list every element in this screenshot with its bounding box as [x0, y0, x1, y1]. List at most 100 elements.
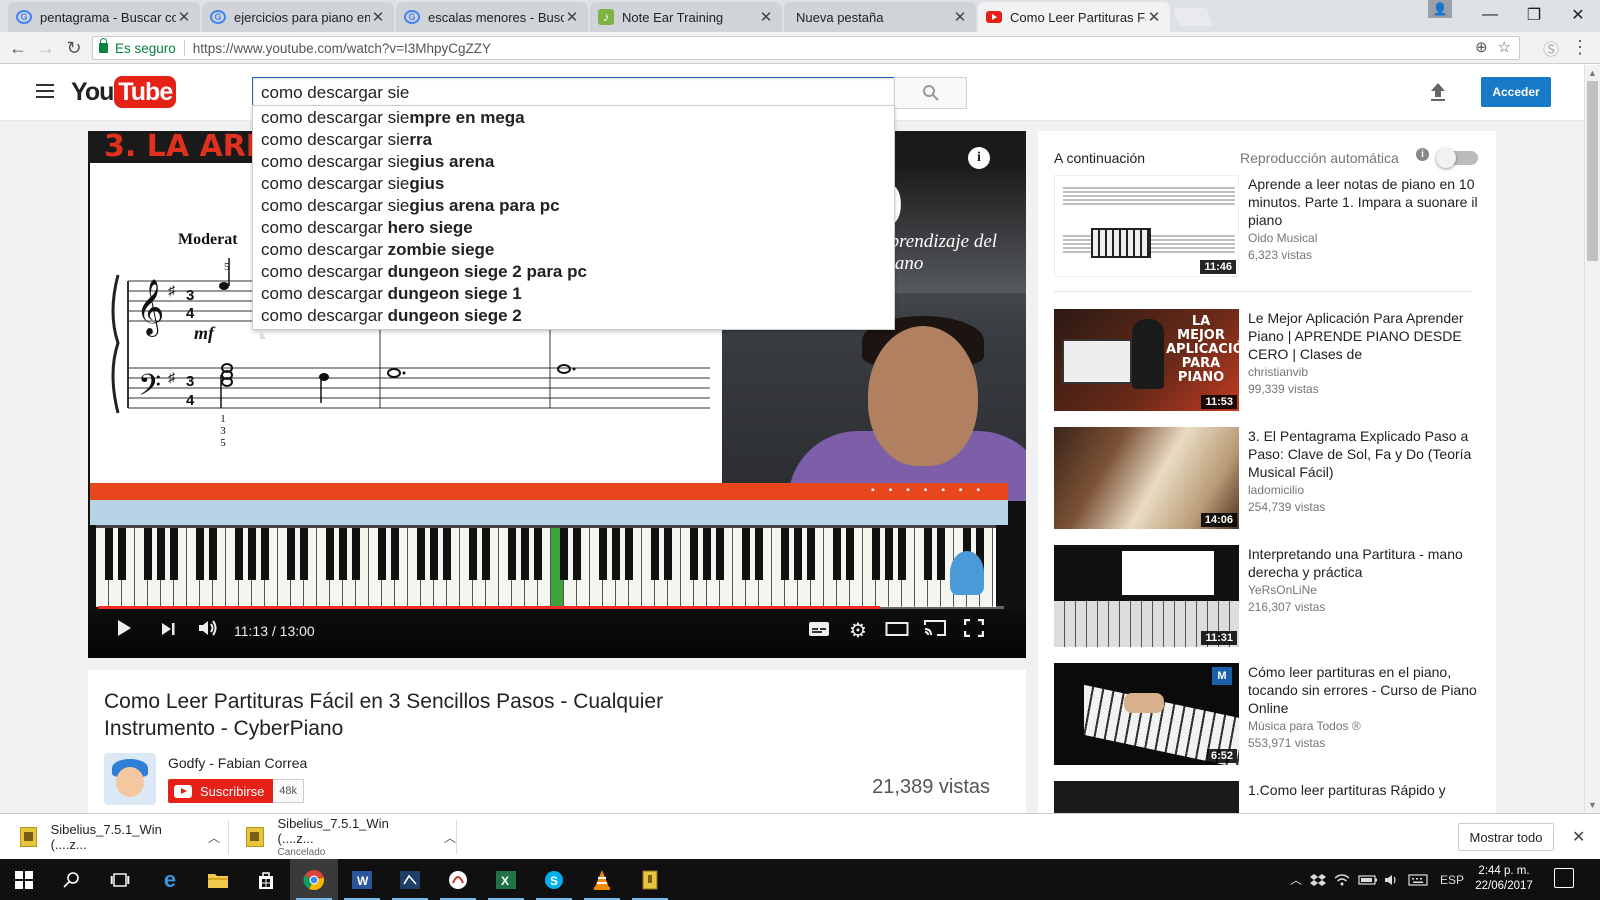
chevron-up-icon[interactable]: ︿: [208, 829, 220, 846]
close-downloads-icon[interactable]: ✕: [1572, 827, 1585, 847]
search-suggestion[interactable]: como descargar dungeon siege 2: [253, 305, 894, 327]
settings-gear-icon[interactable]: ⚙: [846, 617, 870, 645]
browser-tab[interactable]: Nueva pestaña ✕: [784, 2, 976, 32]
close-window-icon[interactable]: ✕: [1556, 0, 1600, 30]
keyboard-icon[interactable]: [1408, 859, 1428, 900]
related-video-title[interactable]: Cómo leer partituras en el piano, tocand…: [1248, 663, 1478, 717]
search-suggestion[interactable]: como descargar siegius arena para pc: [253, 195, 894, 217]
video-thumbnail[interactable]: 11:46: [1054, 175, 1239, 277]
volume-icon[interactable]: [194, 617, 222, 645]
search-icon[interactable]: [48, 859, 96, 900]
search-suggestion[interactable]: como descargar siegius: [253, 173, 894, 195]
battery-icon[interactable]: [1358, 859, 1378, 900]
sign-in-button[interactable]: Acceder: [1481, 77, 1551, 107]
related-video-title[interactable]: Le Mejor Aplicación Para Aprender Piano …: [1248, 309, 1478, 363]
reload-icon[interactable]: ↻: [62, 36, 86, 60]
edge-browser-icon[interactable]: e: [146, 859, 194, 900]
fullscreen-icon[interactable]: [962, 617, 986, 645]
related-video[interactable]: 11:31 Interpretando una Partitura - mano…: [1054, 545, 1484, 647]
related-video[interactable]: LA MEJOR APLICACIÓN PARA PIANO 11:53 Le …: [1054, 309, 1484, 411]
chrome-menu-icon[interactable]: ⋮: [1570, 36, 1590, 58]
excel-icon[interactable]: X: [482, 859, 530, 900]
channel-name[interactable]: Godfy - Fabian Correa: [168, 755, 307, 771]
search-suggestion[interactable]: como descargar zombie siege: [253, 239, 894, 261]
url-text[interactable]: https://www.youtube.com/watch?v=I3MhpyCg…: [193, 41, 491, 56]
related-video[interactable]: M 6:52 Cómo leer partituras en el piano,…: [1054, 663, 1484, 765]
video-thumbnail[interactable]: [1054, 781, 1239, 813]
task-view-icon[interactable]: [96, 859, 144, 900]
download-item[interactable]: Sibelius_7.5.1_Win (....z... Cancelado ︿: [246, 814, 456, 860]
upload-icon[interactable]: [1426, 81, 1450, 105]
next-video-icon[interactable]: [156, 617, 180, 645]
related-video[interactable]: 11:46 Aprende a leer notas de piano en 1…: [1054, 175, 1484, 277]
related-video[interactable]: 1.Como leer partituras Rápido y: [1054, 781, 1484, 813]
vs-code-icon[interactable]: [386, 859, 434, 900]
search-suggestion[interactable]: como descargar dungeon siege 2 para pc: [253, 261, 894, 283]
video-thumbnail[interactable]: 14:06: [1054, 427, 1239, 529]
subscribe-button[interactable]: Suscribirse 48k: [168, 779, 305, 803]
play-icon[interactable]: [112, 617, 136, 645]
browser-tab[interactable]: G ejercicios para piano en p ✕: [202, 2, 394, 32]
chevron-up-icon[interactable]: ︿: [444, 829, 456, 846]
search-suggestion[interactable]: como descargar siempre en mega: [253, 107, 894, 129]
restore-icon[interactable]: ❐: [1512, 0, 1556, 30]
scroll-thumb[interactable]: [1587, 81, 1598, 261]
secure-indicator[interactable]: Es seguro: [99, 38, 176, 56]
page-scrollbar[interactable]: ▲ ▼: [1584, 65, 1600, 813]
info-icon[interactable]: i: [968, 147, 990, 169]
close-tab-icon[interactable]: ✕: [370, 8, 386, 26]
windows-start-icon[interactable]: [0, 859, 48, 900]
download-item[interactable]: Sibelius_7.5.1_Win (....z... ︿: [20, 814, 220, 860]
guide-menu-icon[interactable]: [36, 84, 54, 98]
youtube-logo[interactable]: You Tube: [71, 76, 177, 108]
related-video-title[interactable]: Interpretando una Partitura - mano derec…: [1248, 545, 1478, 581]
close-tab-icon[interactable]: ✕: [1146, 8, 1162, 26]
wifi-icon[interactable]: [1334, 859, 1350, 900]
system-clock[interactable]: 2:44 p. m. 22/06/2017: [1468, 864, 1540, 894]
search-suggestion[interactable]: como descargar dungeon siege 1: [253, 283, 894, 305]
dropbox-icon[interactable]: [1310, 859, 1326, 900]
show-hidden-icons[interactable]: ︿: [1290, 859, 1302, 900]
autoplay-toggle[interactable]: [1436, 148, 1478, 168]
address-bar[interactable]: Es seguro https://www.youtube.com/watch?…: [92, 36, 1520, 60]
show-all-downloads-button[interactable]: Mostrar todo: [1458, 823, 1554, 851]
browser-tab-active[interactable]: Como Leer Partituras Fác ✕: [978, 2, 1170, 32]
browser-tab[interactable]: ♪ Note Ear Training ✕: [590, 2, 782, 32]
browser-tab[interactable]: G pentagrama - Buscar con ✕: [8, 2, 200, 32]
related-video-title[interactable]: 3. El Pentagrama Explicado Paso a Paso: …: [1248, 427, 1478, 481]
video-thumbnail[interactable]: LA MEJOR APLICACIÓN PARA PIANO 11:53: [1054, 309, 1239, 411]
store-icon[interactable]: [242, 859, 290, 900]
search-button[interactable]: [894, 77, 967, 109]
bookmark-star-icon[interactable]: ☆: [1498, 38, 1511, 56]
subtitles-icon[interactable]: [806, 617, 832, 645]
minimize-icon[interactable]: —: [1468, 0, 1512, 30]
info-icon[interactable]: i: [1416, 148, 1429, 161]
related-video-title[interactable]: 1.Como leer partituras Rápido y: [1248, 781, 1478, 799]
notifications-icon[interactable]: [1554, 868, 1574, 888]
browser-tab[interactable]: G escalas menores - Buscar ✕: [396, 2, 588, 32]
theater-mode-icon[interactable]: [884, 617, 910, 645]
skype-icon[interactable]: S: [530, 859, 578, 900]
back-icon[interactable]: ←: [6, 36, 30, 60]
chrome-icon[interactable]: [290, 859, 338, 900]
forward-icon[interactable]: →: [34, 36, 58, 60]
close-tab-icon[interactable]: ✕: [564, 8, 580, 26]
new-tab-button[interactable]: [1172, 8, 1214, 26]
close-tab-icon[interactable]: ✕: [758, 8, 774, 26]
search-suggestion[interactable]: como descargar siegius arena: [253, 151, 894, 173]
search-suggestion[interactable]: como descargar sierra: [253, 129, 894, 151]
skype-extension-icon[interactable]: Ⓢ: [1540, 36, 1562, 59]
close-tab-icon[interactable]: ✕: [952, 8, 968, 26]
scroll-up-icon[interactable]: ▲: [1588, 68, 1597, 78]
related-video-title[interactable]: Aprende a leer notas de piano en 10 minu…: [1248, 175, 1478, 229]
zoom-icon[interactable]: ⊕: [1475, 38, 1488, 56]
scroll-down-icon[interactable]: ▼: [1588, 800, 1597, 810]
related-video[interactable]: 14:06 3. El Pentagrama Explicado Paso a …: [1054, 427, 1484, 529]
vlc-icon[interactable]: [578, 859, 626, 900]
close-tab-icon[interactable]: ✕: [176, 8, 192, 26]
video-thumbnail[interactable]: 11:31: [1054, 545, 1239, 647]
speaker-icon[interactable]: [1384, 859, 1400, 900]
search-suggestion[interactable]: como descargar hero siege: [253, 217, 894, 239]
progress-bar[interactable]: [98, 606, 1004, 609]
word-icon[interactable]: W: [338, 859, 386, 900]
